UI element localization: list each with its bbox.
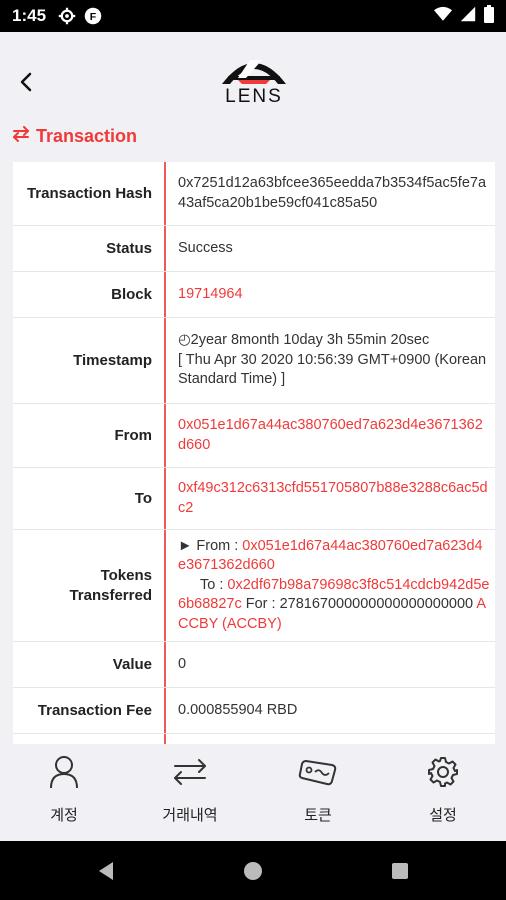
triangle-back-icon [99, 862, 113, 880]
row-from: From 0x051e1d67a44ac380760ed7a623d4e3671… [13, 404, 495, 468]
tokens-from-prefix: ► From : [178, 537, 243, 554]
value-value: 0 [178, 655, 187, 672]
tokens-to-prefix: To : [200, 576, 228, 593]
person-icon [49, 754, 79, 790]
label-to: To [134, 489, 152, 507]
nav-account-label: 계정 [50, 807, 78, 824]
nav-settings-label: 설정 [429, 807, 457, 824]
nav-settings[interactable]: 설정 [383, 744, 503, 841]
nav-token-label: 토큰 [304, 807, 332, 824]
label-tokens-transferred: Tokens Transferred [69, 566, 152, 604]
section-title: Transaction [12, 126, 137, 147]
row-to: To 0xf49c312c6313cfd551705807b88e3288c6a… [13, 468, 495, 530]
nav-token[interactable]: 토큰 [258, 744, 378, 841]
row-tokens-transferred: Tokens Transferred ► From : 0x051e1d67a4… [13, 530, 495, 642]
logo-text: LENS [225, 86, 283, 107]
swap-arrows-icon [173, 754, 207, 790]
lens-logo-mark [222, 60, 286, 84]
square-recents-icon [392, 863, 408, 879]
bottom-navigation: 계정 거래내역 토큰 설정 [0, 744, 506, 841]
row-value: Value 0 [13, 642, 495, 688]
status-bar: 1:45 F [0, 0, 506, 32]
section-title-text: Transaction [36, 126, 138, 146]
app-header: LENS [0, 32, 506, 120]
swap-arrows-icon [12, 126, 30, 147]
system-navigation-bar [0, 841, 506, 900]
transaction-detail-table: Transaction Hash 0x7251d12a63bfcee365eed… [13, 162, 495, 744]
row-transaction-hash: Transaction Hash 0x7251d12a63bfcee365eed… [13, 162, 495, 226]
gear-icon [427, 754, 459, 790]
gear-icon [58, 7, 76, 25]
system-back-button[interactable] [94, 859, 118, 883]
row-transaction-fee: Transaction Fee 0.000855904 RBD [13, 688, 495, 734]
row-timestamp: Timestamp ◴2year 8month 10day 3h 55min 2… [13, 318, 495, 404]
tag-icon [298, 754, 338, 790]
nav-history-label: 거래내역 [162, 807, 218, 824]
system-home-button[interactable] [241, 859, 265, 883]
timestamp-date: [ Thu Apr 30 2020 10:56:39 GMT+0900 (Kor… [178, 351, 487, 388]
wifi-icon [434, 6, 452, 27]
label-timestamp: Timestamp [73, 351, 152, 369]
label-status: Status [106, 239, 152, 257]
system-recents-button[interactable] [388, 859, 412, 883]
value-transaction-hash[interactable]: 0x7251d12a63bfcee365eedda7b3534f5ac5fe7a… [178, 162, 490, 225]
label-from: From [114, 426, 153, 444]
row-status: Status Success [13, 226, 495, 272]
chevron-left-icon [20, 72, 32, 92]
label-value: Value [112, 655, 152, 673]
circle-home-icon [244, 862, 262, 880]
value-transaction-fee: 0.000855904 RBD [178, 701, 298, 718]
nav-account[interactable]: 계정 [4, 744, 124, 841]
app-badge-icon: F [84, 7, 102, 25]
status-time: 1:45 [12, 6, 47, 25]
label-transaction-fee: Transaction Fee [37, 701, 152, 719]
battery-icon [484, 4, 494, 28]
nav-history[interactable]: 거래내역 [130, 744, 250, 841]
back-button[interactable] [14, 70, 38, 94]
value-timestamp: ◴2year 8month 10day 3h 55min 20sec [ Thu… [178, 318, 490, 403]
value-status: Success [178, 239, 233, 256]
value-to-link[interactable]: 0xf49c312c6313cfd551705807b88e3288c6ac5d… [178, 468, 490, 529]
label-transaction-hash: Transaction Hash [26, 184, 152, 202]
row-block: Block 19714964 [13, 272, 495, 318]
value-from-link[interactable]: 0x051e1d67a44ac380760ed7a623d4e3671362d6… [178, 404, 490, 467]
value-tokens-transferred: ► From : 0x051e1d67a44ac380760ed7a623d4e… [178, 530, 490, 641]
label-block: Block [111, 285, 152, 303]
timestamp-age: ◴2year 8month 10day 3h 55min 20sec [178, 332, 430, 349]
value-block-link[interactable]: 19714964 [178, 272, 490, 317]
tokens-amount: For : 278167000000000000000000 [241, 596, 477, 613]
lens-logo: LENS [220, 52, 288, 108]
cell-signal-icon [460, 6, 476, 27]
svg-text:F: F [90, 11, 97, 23]
